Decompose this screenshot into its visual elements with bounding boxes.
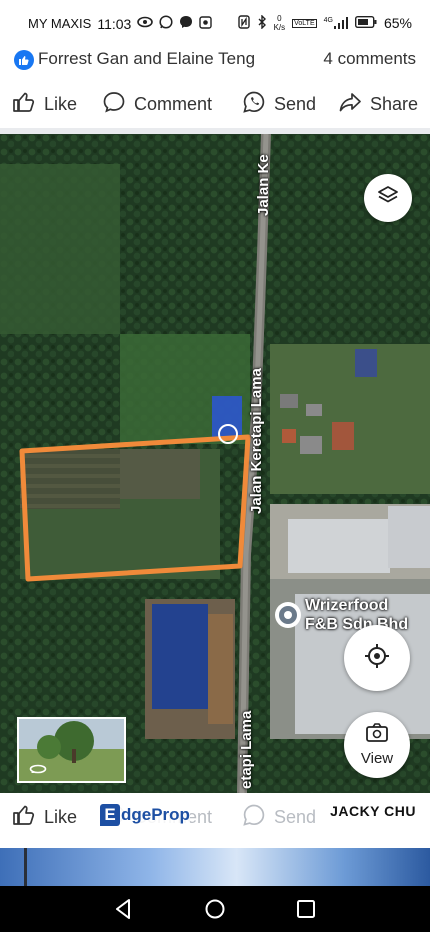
send-button[interactable]: Send xyxy=(242,80,316,128)
share-button[interactable]: Share xyxy=(338,80,418,128)
agent-name: JACKY CHU xyxy=(328,803,418,819)
comment-label: Comment xyxy=(134,93,213,114)
satellite-imagery xyxy=(0,134,430,793)
nfc-icon xyxy=(237,14,250,32)
system-navigation-bar xyxy=(0,886,430,932)
send-button-secondary[interactable]: Send xyxy=(242,793,316,841)
back-triangle-icon xyxy=(116,899,130,919)
like-icon xyxy=(12,803,36,832)
road-label-middle: Jalan Keretapi Lama xyxy=(248,368,265,514)
rotate-360-icon xyxy=(29,761,47,779)
whatsapp-send-icon xyxy=(242,90,266,119)
place-name-line1: Wrizerfood xyxy=(305,597,389,614)
home-button[interactable] xyxy=(204,898,226,925)
my-location-button[interactable] xyxy=(344,625,410,691)
battery-icon xyxy=(354,15,377,31)
status-left: MY MAXIS 11:03 xyxy=(28,15,213,32)
view-label: View xyxy=(360,750,394,767)
like-reaction-icon xyxy=(14,50,34,70)
road-label-bottom: etapi Lama xyxy=(238,710,255,789)
messenger-icon xyxy=(179,15,193,32)
network-speed-value: 0 xyxy=(277,14,282,23)
edgeprop-logo-text: dgeProp xyxy=(121,805,190,824)
like-button[interactable]: Like xyxy=(12,80,77,128)
carrier-label: MY MAXIS xyxy=(28,16,92,31)
send-label: Send xyxy=(274,806,317,827)
whatsapp-send-icon xyxy=(242,803,266,832)
status-right: 0 K/s VoLTE 4G 65% xyxy=(237,13,412,32)
reactions-row[interactable]: Forrest Gan and Elaine Teng 4 comments xyxy=(0,44,430,78)
like-icon xyxy=(12,90,36,119)
share-icon xyxy=(338,90,362,119)
camera-refresh-icon xyxy=(365,723,389,748)
edgeprop-logo-mark: E xyxy=(100,804,120,826)
volte-badge: VoLTE xyxy=(292,18,317,28)
pole-silhouette xyxy=(24,848,27,886)
comments-count[interactable]: 4 comments xyxy=(323,49,416,69)
view-button[interactable]: View xyxy=(344,712,410,778)
reactors-names[interactable]: Forrest Gan and Elaine Teng xyxy=(38,49,255,69)
street-view-thumbnail[interactable] xyxy=(17,717,126,783)
network-speed: 0 K/s xyxy=(274,14,286,32)
like-label: Like xyxy=(44,806,78,827)
map-layers-button[interactable] xyxy=(364,174,412,222)
satellite-map[interactable]: Jalan Ke Jalan Keretapi Lama etapi Lama … xyxy=(0,134,430,793)
send-label: Send xyxy=(274,93,317,114)
battery-percent: 65% xyxy=(383,15,412,31)
share-label: Share xyxy=(370,93,419,114)
like-button-secondary[interactable]: Like xyxy=(12,793,77,841)
comment-icon xyxy=(102,90,126,119)
comment-button[interactable]: Comment xyxy=(102,80,212,128)
home-circle-icon xyxy=(205,899,225,919)
gallery-icon xyxy=(199,15,213,32)
network-type: 4G xyxy=(323,17,333,24)
signal-icon: 4G xyxy=(324,17,348,29)
recents-square-icon xyxy=(297,900,315,918)
back-button[interactable] xyxy=(113,898,133,925)
like-label: Like xyxy=(44,93,78,114)
clock: 11:03 xyxy=(97,15,132,32)
road-label-top: Jalan Ke xyxy=(255,154,272,216)
edgeprop-logo: E dgeProp xyxy=(100,801,190,829)
bluetooth-icon xyxy=(257,13,267,32)
crosshair-icon xyxy=(363,642,391,675)
eye-icon xyxy=(137,16,154,31)
next-post-image-preview[interactable] xyxy=(0,848,430,886)
whatsapp-icon xyxy=(159,15,173,32)
layers-icon xyxy=(376,184,400,213)
status-bar: MY MAXIS 11:03 0 K/s VoLTE 4G 65% xyxy=(0,0,430,44)
recents-button[interactable] xyxy=(296,898,316,925)
post-action-bar: Like Comment Send Share xyxy=(0,80,430,128)
network-speed-unit: K/s xyxy=(273,23,286,32)
